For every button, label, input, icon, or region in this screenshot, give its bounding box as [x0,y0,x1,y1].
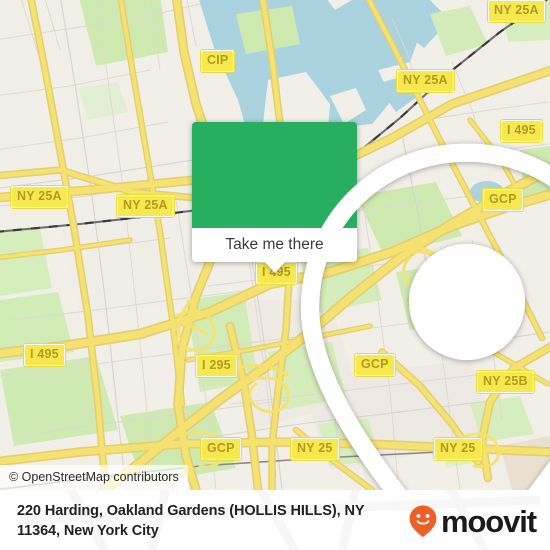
road-shield[interactable]: NY 25A [487,0,546,23]
road-shield[interactable]: I 495 [23,343,66,367]
address-block: 220 Harding, Oakland Gardens (HOLLIS HIL… [17,501,387,541]
popup-tail [263,261,286,273]
moovit-pin-smiley-icon [409,505,437,537]
osm-attribution[interactable]: © OpenStreetMap contributors [0,464,188,490]
take-me-there-label: Take me there [225,236,324,254]
map-share-card: .rd{fill:none;stroke:#f6e271;stroke-line… [0,0,550,550]
moovit-logo[interactable]: moovit [408,503,537,539]
address-line-1: 220 Harding, Oakland Gardens (HOLLIS HIL… [17,503,365,519]
location-popup-card[interactable]: Take me there [192,122,550,490]
address-line-2: 11364, New York City [17,523,159,539]
map-canvas[interactable]: .rd{fill:none;stroke:#f6e271;stroke-line… [0,0,550,490]
road-shield[interactable]: CIP [199,49,236,73]
map-pin-icon [300,143,550,490]
road-shield[interactable]: NY 25A [10,185,69,209]
road-shield[interactable]: NY 25A [116,194,175,218]
road-shield[interactable]: NY 25A [396,69,455,93]
popup-card-header [192,122,550,490]
popup-card-footer[interactable]: Take me there [192,228,357,273]
footer-bar: 220 Harding, Oakland Gardens (HOLLIS HIL… [0,490,550,550]
moovit-wordmark: moovit [440,503,537,539]
